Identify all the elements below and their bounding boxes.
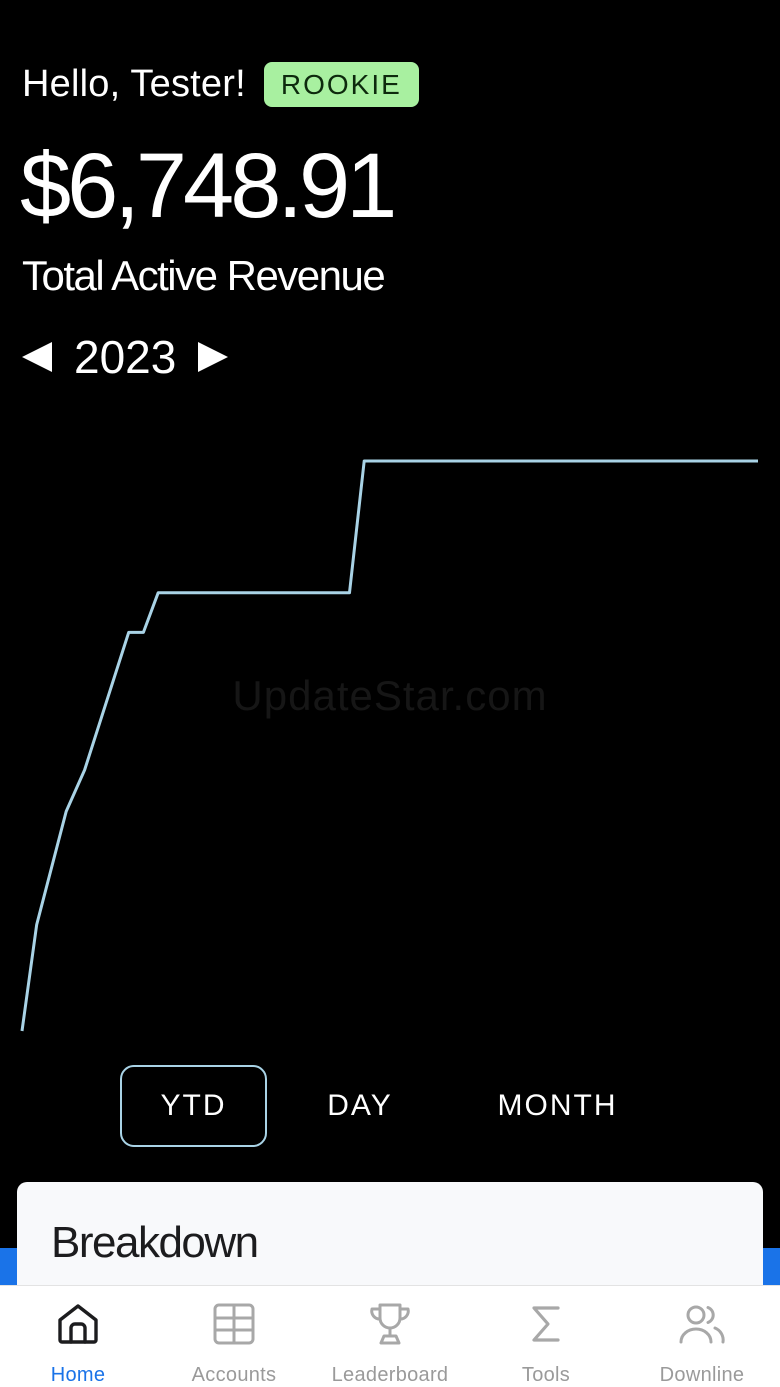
table-icon (213, 1303, 255, 1345)
range-month-button[interactable]: MONTH (470, 1065, 645, 1147)
sigma-icon (532, 1306, 560, 1342)
tab-home[interactable]: Home (0, 1286, 156, 1387)
range-selector: YTD DAY MONTH (0, 1065, 780, 1147)
bottom-tab-bar: Home Accounts Leaderboard Tools Downline (0, 1285, 780, 1387)
year-selector: 2023 (22, 330, 229, 384)
revenue-series-line (20, 459, 758, 1032)
total-revenue-label: Total Active Revenue (22, 252, 386, 299)
greeting-text: Hello, Tester! (22, 63, 246, 105)
tab-home-label: Home (50, 1364, 106, 1386)
trophy-icon (370, 1303, 410, 1345)
app-screen: Hello, Tester! ROOKIE $6,748.91 Total Ac… (0, 0, 780, 1387)
watermark: UpdateStar.com (232, 672, 548, 719)
tab-downline-label: Downline (659, 1364, 745, 1386)
greeting-row: Hello, Tester! ROOKIE (22, 62, 419, 107)
tab-downline[interactable]: Downline (624, 1286, 780, 1387)
users-icon (679, 1305, 725, 1344)
tab-tools[interactable]: Tools (468, 1286, 624, 1387)
tab-accounts-label: Accounts (191, 1364, 277, 1386)
year-label: 2023 (74, 331, 177, 383)
next-year-arrow-icon[interactable] (198, 342, 229, 372)
breakdown-title: Breakdown (51, 1218, 259, 1267)
tab-accounts[interactable]: Accounts (156, 1286, 312, 1387)
tab-leaderboard[interactable]: Leaderboard (312, 1286, 468, 1387)
range-ytd-button[interactable]: YTD (120, 1065, 267, 1147)
rank-badge: ROOKIE (263, 62, 419, 107)
tab-tools-label: Tools (521, 1364, 571, 1386)
revenue-chart (20, 459, 758, 1032)
range-day-button[interactable]: DAY (290, 1065, 430, 1147)
previous-year-arrow-icon[interactable] (22, 342, 52, 372)
tab-leaderboard-label: Leaderboard (331, 1364, 449, 1386)
home-icon (58, 1304, 98, 1344)
total-revenue-amount: $6,748.91 (20, 135, 397, 237)
